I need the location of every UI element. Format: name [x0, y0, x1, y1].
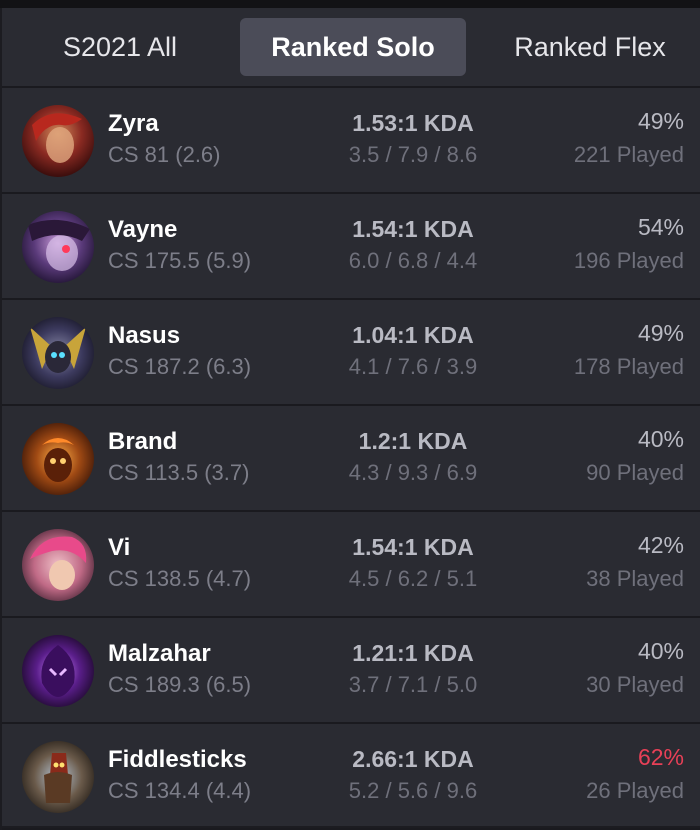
champion-avatar-nasus: [22, 317, 94, 389]
champion-kda-detail: 4.3 / 9.3 / 6.9: [348, 460, 478, 485]
champion-games-played: 90 Played: [586, 460, 684, 485]
champion-winrate: 42%: [637, 532, 684, 558]
champion-name: Zyra: [108, 110, 159, 137]
champion-cs: CS 189.3 (6.5): [108, 672, 252, 697]
champion-cs: CS 187.2 (6.3): [108, 354, 252, 379]
champion-cs: CS 113.5 (3.7): [108, 460, 250, 485]
champion-kda-detail: 3.7 / 7.1 / 5.0: [348, 672, 478, 697]
champion-winrate: 62%: [637, 744, 684, 770]
champion-name: Brand: [108, 428, 178, 455]
champion-name: Fiddlesticks: [108, 746, 247, 773]
champion-kda-ratio: 1.54:1 KDA: [352, 216, 474, 242]
champion-games-played: 221 Played: [573, 142, 684, 167]
champion-games-played: 178 Played: [573, 354, 684, 379]
champion-cs: CS 175.5 (5.9): [108, 248, 252, 273]
champion-cs: CS 81 (2.6): [108, 142, 221, 167]
champion-stats-panel: S2021 All Ranked Solo Ranked Flex Zyra C…: [2, 8, 700, 830]
champion-winrate: 40%: [637, 426, 684, 452]
champion-avatar-brand: [22, 423, 94, 495]
champion-kda-ratio: 1.54:1 KDA: [352, 534, 474, 560]
champion-row-nasus[interactable]: Nasus CS 187.2 (6.3) 1.04:1 KDA 4.1 / 7.…: [2, 300, 700, 406]
champion-avatar-fiddlesticks: [22, 741, 94, 813]
champion-cs: CS 138.5 (4.7): [108, 566, 252, 591]
champion-list: Zyra CS 81 (2.6) 1.53:1 KDA 3.5 / 7.9 / …: [2, 88, 700, 830]
champion-kda-detail: 3.5 / 7.9 / 8.6: [348, 142, 478, 167]
champion-row-malzahar[interactable]: Malzahar CS 189.3 (6.5) 1.21:1 KDA 3.7 /…: [2, 618, 700, 724]
champion-games-played: 38 Played: [586, 566, 684, 591]
champion-winrate: 40%: [637, 638, 684, 664]
champion-winrate: 49%: [637, 108, 684, 134]
champion-winrate: 49%: [637, 320, 684, 346]
champion-row-vi[interactable]: Vi CS 138.5 (4.7) 1.54:1 KDA 4.5 / 6.2 /…: [2, 512, 700, 618]
champion-kda-ratio: 1.04:1 KDA: [352, 322, 474, 348]
champion-kda-ratio: 1.53:1 KDA: [352, 110, 474, 136]
champion-games-played: 196 Played: [573, 248, 684, 273]
champion-kda-ratio: 1.21:1 KDA: [352, 640, 474, 666]
champion-avatar-malzahar: [22, 635, 94, 707]
tab-ranked-flex[interactable]: Ranked Flex: [490, 18, 690, 76]
champion-avatar-vi: [22, 529, 94, 601]
champion-cs: CS 134.4 (4.4): [108, 778, 252, 803]
champion-row-brand[interactable]: Brand CS 113.5 (3.7) 1.2:1 KDA 4.3 / 9.3…: [2, 406, 700, 512]
season-queue-tabs: S2021 All Ranked Solo Ranked Flex: [2, 8, 700, 84]
champion-kda-ratio: 1.2:1 KDA: [358, 428, 468, 454]
champion-winrate: 54%: [637, 214, 684, 240]
champion-kda-detail: 5.2 / 5.6 / 9.6: [348, 778, 478, 803]
tab-ranked-solo[interactable]: Ranked Solo: [240, 18, 466, 76]
champion-name: Vi: [108, 534, 131, 561]
champion-name: Malzahar: [108, 640, 211, 667]
champion-avatar-vayne: [22, 211, 94, 283]
tab-s2021-all[interactable]: S2021 All: [22, 18, 218, 76]
champion-name: Vayne: [108, 216, 178, 243]
champion-games-played: 26 Played: [586, 778, 684, 803]
champion-kda-detail: 4.5 / 6.2 / 5.1: [348, 566, 478, 591]
champion-row-vayne[interactable]: Vayne CS 175.5 (5.9) 1.54:1 KDA 6.0 / 6.…: [2, 194, 700, 300]
champion-games-played: 30 Played: [586, 672, 684, 697]
champion-kda-detail: 6.0 / 6.8 / 4.4: [348, 248, 478, 273]
champion-row-fiddlesticks[interactable]: Fiddlesticks CS 134.4 (4.4) 2.66:1 KDA 5…: [2, 724, 700, 830]
champion-name: Nasus: [108, 322, 181, 349]
top-strip: [0, 0, 700, 8]
champion-avatar-zyra: [22, 105, 94, 177]
champion-kda-detail: 4.1 / 7.6 / 3.9: [348, 354, 478, 379]
champion-row-zyra[interactable]: Zyra CS 81 (2.6) 1.53:1 KDA 3.5 / 7.9 / …: [2, 88, 700, 194]
champion-kda-ratio: 2.66:1 KDA: [352, 746, 474, 772]
